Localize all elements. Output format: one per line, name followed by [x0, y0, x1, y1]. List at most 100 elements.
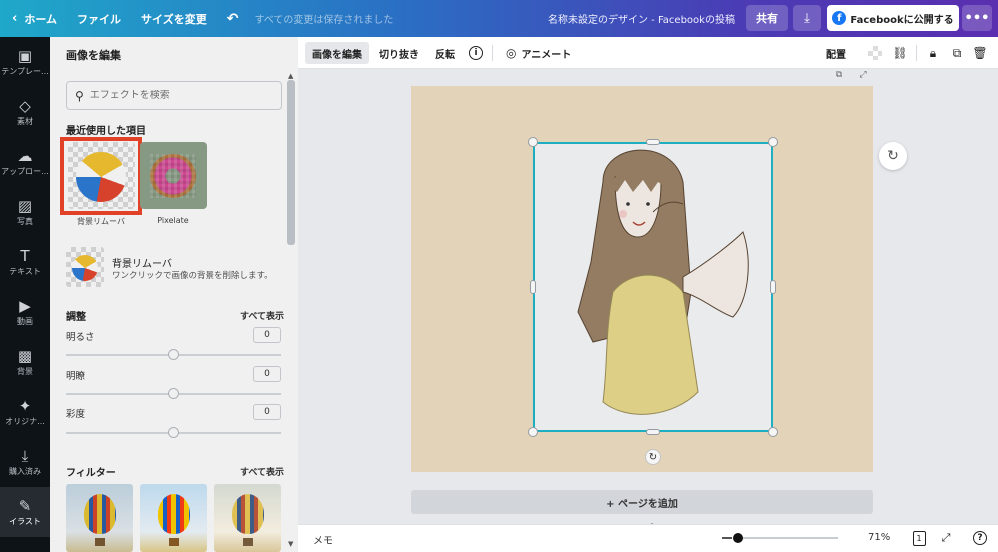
more-options-button[interactable]: ••• — [962, 5, 992, 31]
pixelate-thumb[interactable] — [140, 142, 207, 209]
help-icon: ? — [973, 531, 987, 545]
scroll-down-arrow[interactable]: ▼ — [288, 540, 293, 548]
rail-item-text[interactable]: T テキスト — [0, 237, 50, 287]
rail-item-background[interactable]: ▩ 背景 — [0, 337, 50, 387]
expand-icon: ⤢ — [859, 70, 867, 80]
rail-label: 動画 — [17, 316, 33, 326]
toolbar-divider — [916, 45, 917, 61]
delete-button[interactable]: 🗑︎ — [970, 43, 990, 63]
download-button[interactable]: ⤓ — [793, 5, 821, 31]
panel-scrollbar[interactable] — [287, 80, 295, 245]
link-button[interactable]: ⛓ — [890, 43, 910, 63]
regenerate-button[interactable]: ↻ — [879, 142, 907, 170]
duplicate-icon: ⧉ — [952, 45, 962, 60]
balloon-image — [158, 494, 190, 534]
brightness-value[interactable]: 0 — [253, 327, 281, 343]
info-button[interactable]: i — [466, 43, 486, 63]
bg-remover-label: 背景リムーバ — [77, 217, 125, 226]
toolbar-divider — [492, 45, 493, 61]
share-button[interactable]: 共有 — [746, 5, 788, 31]
pixelate-label: Pixelate — [157, 216, 189, 225]
rail-item-original[interactable]: ✦ オリジナ... — [0, 387, 50, 437]
rail-item-templates[interactable]: ▣ テンプレー... — [0, 37, 50, 87]
brightness-slider[interactable] — [66, 349, 281, 360]
slider-knob[interactable] — [168, 349, 179, 360]
zoom-minus-icon[interactable] — [722, 537, 732, 539]
rail-item-uploads[interactable]: ☁ アップロー... — [0, 137, 50, 187]
video-icon: ▶ — [19, 296, 31, 315]
slider-knob[interactable] — [168, 427, 179, 438]
effect-search-box[interactable]: ⚲ — [66, 81, 282, 110]
adjust-show-all-link[interactable]: すべて表示 — [240, 309, 284, 322]
slider-knob[interactable] — [168, 388, 179, 399]
flip-button[interactable]: 反転 — [428, 42, 462, 64]
filter-show-all-link[interactable]: すべて表示 — [240, 465, 284, 478]
brightness-label: 明るさ — [66, 332, 95, 343]
info-icon: i — [469, 46, 483, 60]
fullscreen-button[interactable]: ⤢ — [937, 529, 955, 547]
page-overlay — [411, 86, 873, 472]
scroll-up-arrow[interactable]: ▲ — [288, 72, 293, 80]
balloon-image — [232, 494, 264, 534]
photo-icon: ▨ — [17, 196, 33, 215]
undo-button[interactable]: ↶ — [217, 0, 249, 37]
sparkle-icon: ✦ — [18, 396, 32, 415]
home-button[interactable]: ‹ ホーム — [0, 0, 67, 37]
rail-label: テキスト — [9, 266, 41, 276]
shapes-icon: ◇ — [19, 96, 31, 115]
duplicate-button[interactable]: ⧉ — [947, 43, 967, 63]
saturation-slider[interactable] — [66, 427, 281, 438]
add-page-button[interactable]: + ページを追加 — [411, 490, 873, 514]
effect-search-input[interactable] — [89, 90, 260, 101]
clarity-slider[interactable] — [66, 388, 281, 399]
page-expand-control[interactable]: ⤢ — [856, 69, 870, 81]
rail-item-illustration[interactable]: ✎ イラスト — [0, 487, 50, 537]
rail-label: 素材 — [17, 116, 33, 126]
arrange-button[interactable]: 配置 — [819, 42, 853, 64]
saturation-value[interactable]: 0 — [253, 404, 281, 420]
publish-facebook-button[interactable]: f Facebookに公開する — [827, 5, 959, 31]
rail-item-video[interactable]: ▶ 動画 — [0, 287, 50, 337]
page-count-button[interactable]: 1 — [910, 529, 928, 547]
feature-description: ワンクリックで画像の背景を削除します。 — [112, 271, 273, 281]
animate-button[interactable]: ◎ アニメート — [499, 42, 578, 64]
rail-label: 写真 — [17, 216, 33, 226]
edit-image-button[interactable]: 画像を編集 — [305, 42, 369, 64]
save-status: すべての変更は保存されました — [254, 15, 394, 26]
background-pattern-icon: ▩ — [17, 346, 33, 365]
page-duplicate-control[interactable]: ⧉ — [832, 69, 846, 81]
top-bar: ‹ ホーム ファイル サイズを変更 ↶ すべての変更は保存されました 名称未設定… — [0, 0, 998, 37]
transparency-icon[interactable] — [868, 46, 882, 60]
filter-thumb[interactable] — [66, 484, 133, 552]
bottom-bar — [298, 524, 998, 552]
file-menu[interactable]: ファイル — [67, 0, 131, 37]
resize-button[interactable]: サイズを変更 — [131, 0, 217, 37]
panel-title: 画像を編集 — [66, 49, 121, 62]
clarity-label: 明瞭 — [66, 371, 86, 382]
expand-arrows-icon: ⤢ — [941, 531, 951, 544]
adjust-title: 調整 — [66, 312, 86, 323]
filter-thumb[interactable] — [140, 484, 207, 552]
rail-item-photos[interactable]: ▨ 写真 — [0, 187, 50, 237]
bg-remover-feature[interactable]: 背景リムーバ ワンクリックで画像の背景を削除します。 — [66, 247, 284, 287]
rail-label: テンプレー... — [1, 66, 49, 76]
zoom-slider-track[interactable] — [734, 537, 838, 539]
basket-image — [95, 538, 105, 546]
rail-label: オリジナ... — [5, 416, 45, 426]
design-title[interactable]: 名称未設定のデザイン - Facebookの投稿 — [548, 0, 735, 37]
help-button[interactable]: ? — [971, 529, 989, 547]
clarity-value[interactable]: 0 — [253, 366, 281, 382]
lock-button[interactable]: 🔒︎ — [923, 43, 943, 63]
beach-ball-image — [72, 255, 98, 281]
memo-button[interactable]: メモ — [313, 532, 333, 547]
publish-label: Facebookに公開する — [850, 14, 954, 26]
ellipsis-icon: ••• — [964, 10, 990, 26]
zoom-percentage[interactable]: 71% — [868, 532, 890, 543]
rail-label: 購入済み — [9, 466, 41, 476]
rail-item-purchased[interactable]: ⤓ 購入済み — [0, 437, 50, 487]
filter-thumb[interactable] — [214, 484, 281, 552]
rail-item-elements[interactable]: ◇ 素材 — [0, 87, 50, 137]
link-icon: ⛓ — [892, 46, 908, 60]
feature-name: 背景リムーバ — [112, 259, 172, 270]
crop-button[interactable]: 切り抜き — [372, 42, 426, 64]
